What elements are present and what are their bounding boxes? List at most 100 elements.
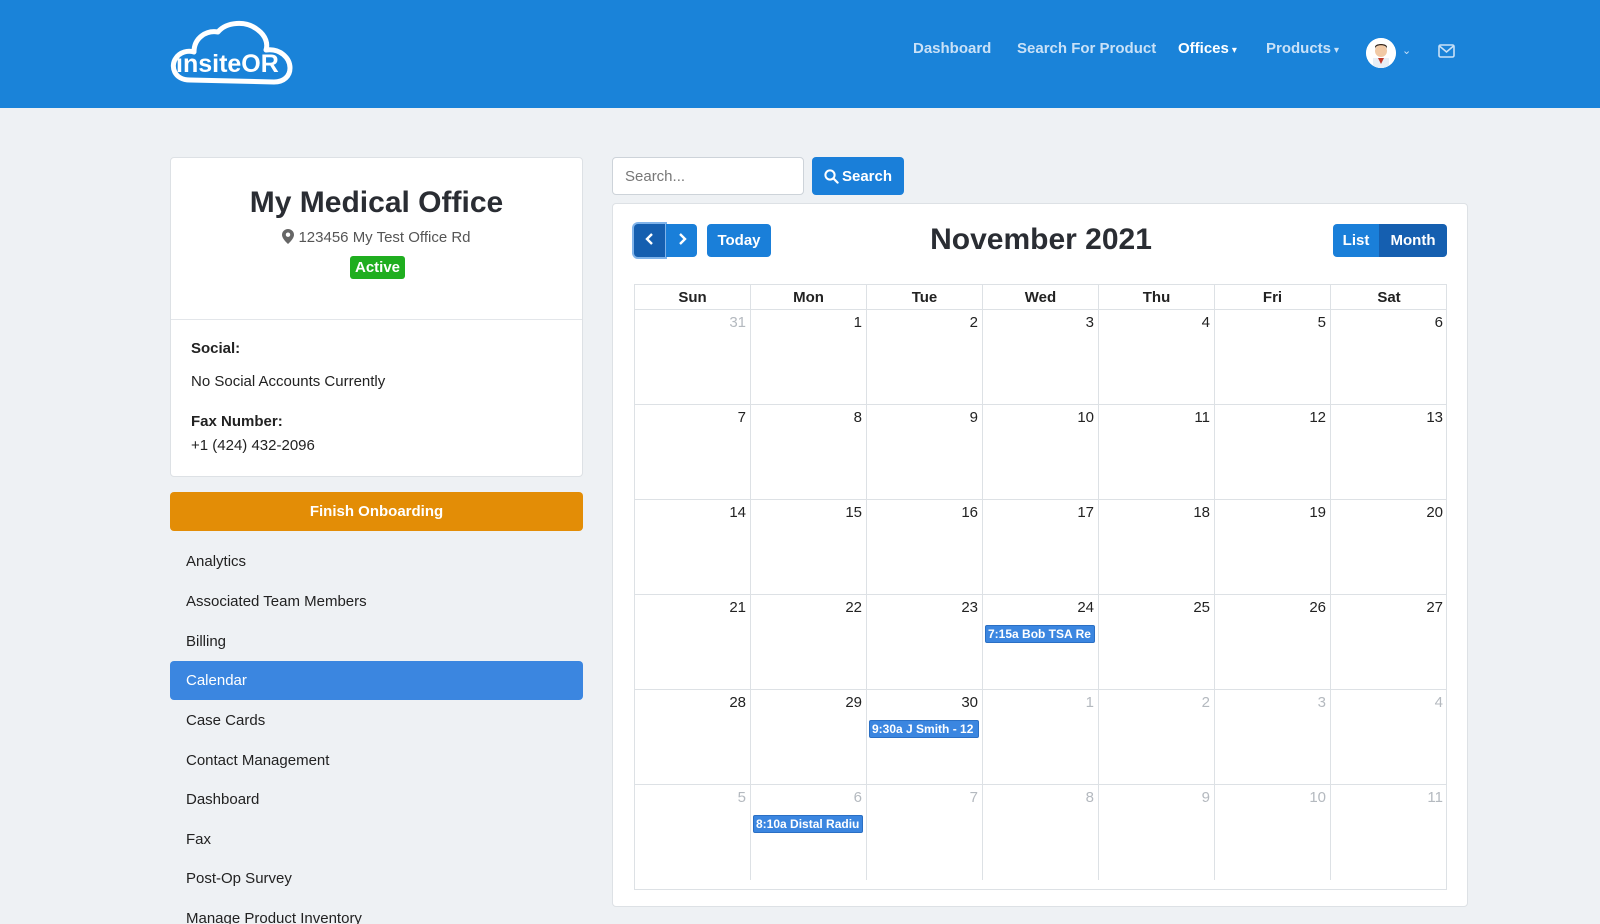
calendar-day-cell[interactable]: 14 — [635, 500, 751, 595]
day-number: 17 — [1077, 504, 1094, 521]
calendar-day-cell[interactable]: 29 — [751, 690, 867, 785]
day-number: 3 — [1085, 314, 1094, 331]
sidebar-item-dashboard[interactable]: Dashboard — [170, 780, 583, 819]
calendar-day-cell[interactable]: 20 — [1331, 500, 1447, 595]
calendar-day-cell[interactable]: 8 — [983, 785, 1099, 880]
calendar-day-cell[interactable]: 30 9:30a J Smith - 12 — [867, 690, 983, 785]
chevron-down-icon: ▾ — [1231, 45, 1237, 56]
calendar-day-cell[interactable]: 7 — [867, 785, 983, 880]
sidebar-item-post-op-survey[interactable]: Post-Op Survey — [170, 859, 583, 898]
day-number: 18 — [1193, 504, 1210, 521]
envelope-icon[interactable] — [1438, 44, 1455, 58]
calendar-day-cell[interactable]: 18 — [1099, 500, 1215, 595]
calendar-day-cell[interactable]: 23 — [867, 595, 983, 690]
view-list-button[interactable]: List — [1333, 224, 1379, 257]
calendar-day-cell[interactable]: 27 — [1331, 595, 1447, 690]
map-pin-icon — [282, 229, 295, 244]
calendar-day-cell[interactable]: 10 — [1215, 785, 1331, 880]
calendar-day-cell[interactable]: 24 7:15a Bob TSA Re — [983, 595, 1099, 690]
calendar-day-cell[interactable]: 2 — [1099, 690, 1215, 785]
calendar-day-cell[interactable]: 3 — [983, 310, 1099, 405]
calendar-day-cell[interactable]: 7 — [635, 405, 751, 500]
calendar-day-cell[interactable]: 26 — [1215, 595, 1331, 690]
day-number: 28 — [729, 694, 746, 711]
calendar-day-cell[interactable]: 3 — [1215, 690, 1331, 785]
sidebar-item-case-cards[interactable]: Case Cards — [170, 701, 583, 740]
calendar-day-cell[interactable]: 4 — [1331, 690, 1447, 785]
sidebar-item-analytics[interactable]: Analytics — [170, 542, 583, 581]
day-number: 23 — [961, 599, 978, 616]
calendar-day-cell[interactable]: 6 — [1331, 310, 1447, 405]
day-number: 11 — [1427, 789, 1443, 806]
calendar-event[interactable]: 7:15a Bob TSA Re — [985, 625, 1095, 643]
chevron-right-icon — [678, 233, 687, 245]
calendar-day-cell[interactable]: 15 — [751, 500, 867, 595]
today-button[interactable]: Today — [707, 224, 771, 257]
calendar-day-cell[interactable]: 5 — [1215, 310, 1331, 405]
sidebar-item-billing[interactable]: Billing — [170, 622, 583, 661]
day-number: 31 — [729, 314, 746, 331]
day-number: 13 — [1426, 409, 1443, 426]
weekday-header: Sat — [1331, 285, 1447, 310]
calendar-day-cell[interactable]: 6 8:10a Distal Radiu — [751, 785, 867, 880]
sidebar-item-calendar[interactable]: Calendar — [170, 661, 583, 700]
day-number: 5 — [1317, 314, 1326, 331]
previous-month-button[interactable] — [634, 224, 665, 257]
day-number: 24 — [1077, 599, 1094, 616]
day-number: 11 — [1194, 409, 1210, 426]
day-number: 12 — [1309, 409, 1326, 426]
sidebar-item-manage-product-inventory[interactable]: Manage Product Inventory — [170, 899, 583, 924]
calendar-day-cell[interactable]: 11 — [1331, 785, 1447, 880]
day-number: 14 — [729, 504, 746, 521]
divider — [171, 319, 582, 320]
calendar-day-cell[interactable]: 12 — [1215, 405, 1331, 500]
logo-text: insiteOR — [176, 50, 279, 78]
calendar-day-cell[interactable]: 9 — [1099, 785, 1215, 880]
calendar-day-cell[interactable]: 2 — [867, 310, 983, 405]
finish-onboarding-button[interactable]: Finish Onboarding — [170, 492, 583, 531]
sidebar-item-associated-team-members[interactable]: Associated Team Members — [170, 582, 583, 621]
fax-label: Fax Number: — [191, 413, 283, 430]
calendar-day-cell[interactable]: 10 — [983, 405, 1099, 500]
calendar-day-cell[interactable]: 11 — [1099, 405, 1215, 500]
weekday-header: Wed — [983, 285, 1099, 310]
calendar-event[interactable]: 8:10a Distal Radiu — [753, 815, 863, 833]
nav-offices[interactable]: Offices ▾ — [1178, 40, 1237, 57]
next-month-button[interactable] — [666, 224, 697, 257]
social-value: No Social Accounts Currently — [191, 373, 386, 390]
user-avatar[interactable] — [1366, 38, 1396, 68]
calendar-day-cell[interactable]: 21 — [635, 595, 751, 690]
nav-dashboard[interactable]: Dashboard — [913, 40, 991, 57]
search-button[interactable]: Search — [812, 157, 904, 195]
day-number: 25 — [1193, 599, 1210, 616]
calendar-day-cell[interactable]: 13 — [1331, 405, 1447, 500]
day-number: 19 — [1309, 504, 1326, 521]
calendar-day-cell[interactable]: 9 — [867, 405, 983, 500]
calendar-day-cell[interactable]: 1 — [751, 310, 867, 405]
calendar-day-cell[interactable]: 31 — [635, 310, 751, 405]
month-grid: Sun Mon Tue Wed Thu Fri Sat 31 1 2 3 4 5 6 7 8 9 10 11 12 13… — [634, 284, 1447, 890]
day-number: 26 — [1309, 599, 1326, 616]
calendar-day-cell[interactable]: 17 — [983, 500, 1099, 595]
view-month-button[interactable]: Month — [1379, 224, 1447, 257]
search-input[interactable] — [612, 157, 804, 195]
sidebar-item-contact-management[interactable]: Contact Management — [170, 741, 583, 780]
top-navbar: insiteOR Dashboard Search For Product Of… — [0, 0, 1600, 108]
calendar-day-cell[interactable]: 1 — [983, 690, 1099, 785]
nav-products[interactable]: Products ▾ — [1266, 40, 1339, 57]
calendar-event[interactable]: 9:30a J Smith - 12 — [869, 720, 979, 738]
day-number: 2 — [1201, 694, 1210, 711]
calendar-day-cell[interactable]: 25 — [1099, 595, 1215, 690]
calendar-day-cell[interactable]: 8 — [751, 405, 867, 500]
nav-search-for-product[interactable]: Search For Product — [1017, 40, 1156, 57]
sidebar-item-fax[interactable]: Fax — [170, 820, 583, 859]
chevron-down-icon[interactable]: ⌄ — [1402, 44, 1411, 57]
weekday-header: Tue — [867, 285, 983, 310]
calendar-day-cell[interactable]: 4 — [1099, 310, 1215, 405]
day-number: 27 — [1426, 599, 1443, 616]
calendar-day-cell[interactable]: 28 — [635, 690, 751, 785]
calendar-day-cell[interactable]: 16 — [867, 500, 983, 595]
calendar-day-cell[interactable]: 22 — [751, 595, 867, 690]
calendar-day-cell[interactable]: 19 — [1215, 500, 1331, 595]
calendar-day-cell[interactable]: 5 — [635, 785, 751, 880]
